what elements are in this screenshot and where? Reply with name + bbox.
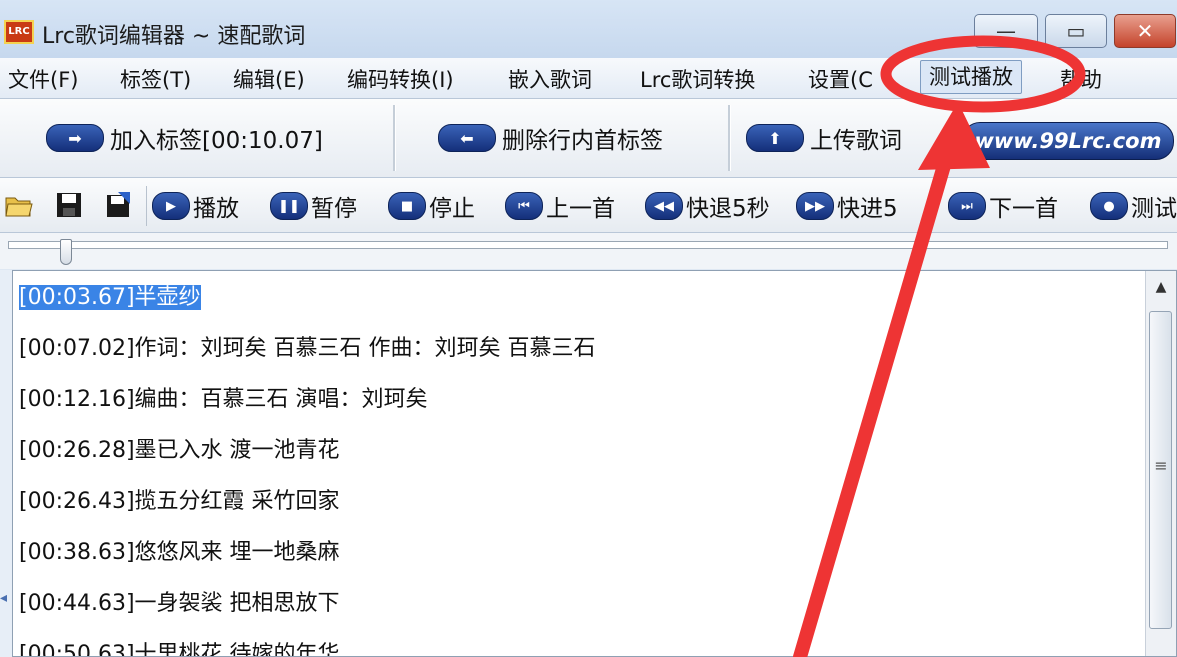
add-tag-button[interactable]: ➡ 加入标签[00:10.07] [46, 119, 323, 157]
delete-tag-label: 删除行内首标签 [502, 128, 663, 154]
window-title: Lrc歌词编辑器 ~ 速配歌词 [42, 24, 306, 49]
upload-lyrics-button[interactable]: ⬆ 上传歌词 [746, 119, 902, 157]
upload-lyrics-label: 上传歌词 [810, 128, 902, 154]
arrow-left-icon: ⬅ [438, 124, 496, 152]
test-label: 测试 [1131, 196, 1177, 222]
left-edge-arrow-icon: ◂ [0, 590, 8, 606]
pause-button[interactable]: ❚❚ 暂停 [270, 190, 357, 222]
forward-button[interactable]: ▶▶ 快进5 [796, 190, 898, 222]
close-icon: ✕ [1136, 19, 1154, 43]
skip-back-icon: ⏮ [505, 192, 543, 220]
stop-icon: ■ [388, 192, 426, 220]
rewind-button[interactable]: ◀◀ 快退5秒 [645, 190, 770, 222]
lyric-line[interactable]: [00:44.63]一身袈裟 把相思放下 [19, 585, 340, 617]
scrollbar-grip-icon: ≡ [1154, 456, 1168, 475]
menu-file[interactable]: 文件(F) [8, 64, 78, 94]
next-label: 下一首 [989, 196, 1058, 222]
menu-test-play[interactable]: 测试播放 [920, 60, 1022, 94]
lyric-line[interactable]: [00:26.28]墨已入水 渡一池青花 [19, 432, 340, 464]
main-toolbar: ➡ 加入标签[00:10.07] ⬅ 删除行内首标签 ⬆ 上传歌词 www.99… [0, 99, 1177, 178]
lyric-line[interactable]: [00:12.16]编曲：百慕三石 演唱：刘珂矣 [19, 381, 428, 413]
arrow-right-icon: ➡ [46, 124, 104, 152]
maximize-icon: ▭ [1066, 19, 1086, 43]
lyric-line[interactable]: [00:03.67]半壶纱 [19, 279, 201, 311]
title-bar: LRC Lrc歌词编辑器 ~ 速配歌词 — ▭ ✕ [0, 0, 1177, 58]
maximize-button[interactable]: ▭ [1045, 14, 1107, 48]
test-button[interactable]: ● 测试 [1090, 190, 1177, 222]
rewind-label: 快退5秒 [686, 196, 770, 222]
lyrics-editor[interactable]: [00:03.67]半壶纱 [00:07.02]作词：刘珂矣 百慕三石 作曲：刘… [12, 270, 1177, 657]
toolbar-divider [146, 186, 147, 226]
menu-edit[interactable]: 编辑(E) [233, 64, 305, 94]
pause-icon: ❚❚ [270, 192, 308, 220]
progress-area [0, 233, 1177, 269]
play-button[interactable]: ▶ 播放 [152, 190, 239, 222]
menu-encoding[interactable]: 编码转换(I) [347, 64, 454, 94]
lyric-line[interactable]: [00:26.43]揽五分红霞 采竹回家 [19, 483, 340, 515]
close-button[interactable]: ✕ [1114, 14, 1176, 48]
record-icon: ● [1090, 192, 1128, 220]
play-icon: ▶ [152, 192, 190, 220]
open-folder-icon[interactable] [4, 190, 34, 220]
stop-button[interactable]: ■ 停止 [388, 190, 475, 222]
lyric-line[interactable]: [00:38.63]悠悠风来 埋一地桑麻 [19, 534, 340, 566]
pause-label: 暂停 [311, 196, 357, 222]
scroll-up-icon[interactable]: ▲ [1146, 279, 1176, 295]
website-link-button[interactable]: www.99Lrc.com [962, 122, 1174, 160]
rewind-icon: ◀◀ [645, 192, 683, 220]
add-tag-label: 加入标签[00:10.07] [110, 128, 323, 154]
toolbar-divider [393, 105, 396, 171]
menu-settings[interactable]: 设置(C [808, 64, 873, 94]
app-icon: LRC [4, 20, 34, 44]
toolbar-divider [728, 105, 731, 171]
menu-help[interactable]: 帮助 [1060, 64, 1102, 94]
previous-button[interactable]: ⏮ 上一首 [505, 190, 615, 222]
menu-embed-lyrics[interactable]: 嵌入歌词 [508, 64, 592, 94]
minimize-icon: — [996, 19, 1016, 43]
progress-slider-thumb[interactable] [60, 239, 72, 265]
player-toolbar: ▶ 播放 ❚❚ 暂停 ■ 停止 ⏮ 上一首 ◀◀ 快退5秒 ▶▶ 快进5 ⏭ 下… [0, 178, 1177, 233]
save-icon[interactable] [54, 190, 84, 220]
lyric-line[interactable]: [00:50.63]十里桃花 待嫁的年华 [19, 636, 340, 656]
save-as-icon[interactable] [104, 190, 134, 220]
lyric-line[interactable]: [00:07.02]作词：刘珂矣 百慕三石 作曲：刘珂矣 百慕三石 [19, 330, 596, 362]
menu-lrc-convert[interactable]: Lrc歌词转换 [640, 64, 755, 94]
skip-forward-icon: ⏭ [948, 192, 986, 220]
next-button[interactable]: ⏭ 下一首 [948, 190, 1058, 222]
menu-tags[interactable]: 标签(T) [120, 64, 191, 94]
forward-label: 快进5 [837, 196, 898, 222]
progress-track[interactable] [8, 241, 1168, 249]
fast-forward-icon: ▶▶ [796, 192, 834, 220]
lyric-line-text: [00:03.67]半壶纱 [19, 285, 201, 310]
previous-label: 上一首 [546, 196, 615, 222]
arrow-up-icon: ⬆ [746, 124, 804, 152]
menu-bar: 文件(F) 标签(T) 编辑(E) 编码转换(I) 嵌入歌词 Lrc歌词转换 设… [0, 58, 1177, 99]
minimize-button[interactable]: — [974, 14, 1038, 48]
stop-label: 停止 [429, 196, 475, 222]
play-label: 播放 [193, 196, 239, 222]
vertical-scrollbar[interactable]: ▲ ≡ [1145, 271, 1176, 656]
delete-tag-button[interactable]: ⬅ 删除行内首标签 [438, 119, 663, 157]
